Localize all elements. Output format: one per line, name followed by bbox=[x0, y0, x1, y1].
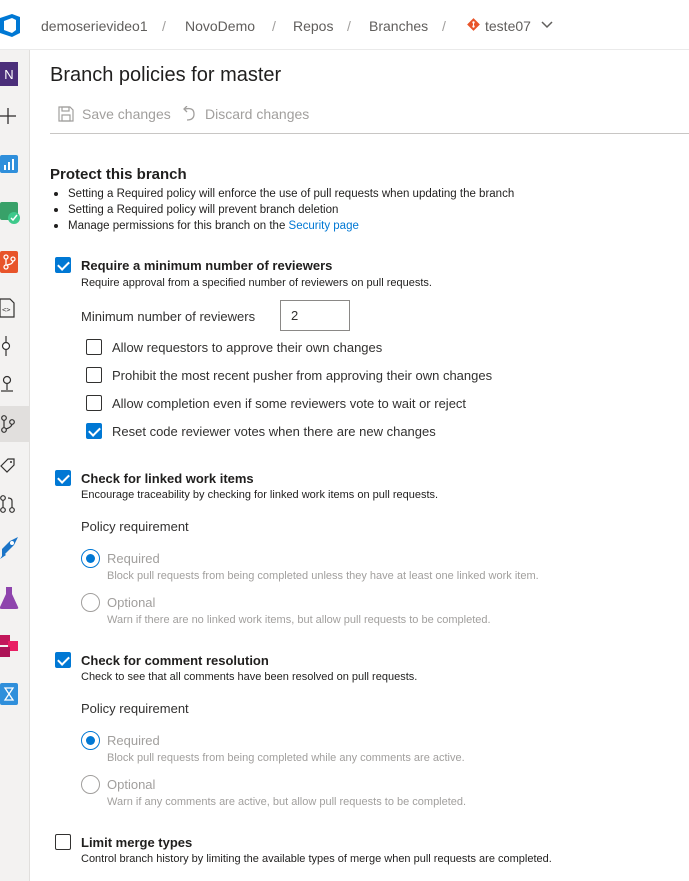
work-items-requirement-label: Policy requirement bbox=[81, 519, 189, 534]
reset-votes-checkbox[interactable] bbox=[86, 423, 102, 439]
require-reviewers-description: Require approval from a specified number… bbox=[81, 277, 432, 289]
work-items-required-description: Block pull requests from being completed… bbox=[107, 570, 539, 582]
min-reviewers-label: Minimum number of reviewers bbox=[81, 309, 256, 324]
azure-devops-logo-icon[interactable] bbox=[0, 12, 20, 38]
limit-merge-types-description: Control branch history by limiting the a… bbox=[81, 853, 552, 865]
linked-work-items-description: Encourage traceability by checking for l… bbox=[81, 489, 439, 501]
comments-required-description: Block pull requests from being completed… bbox=[107, 752, 465, 764]
files-icon[interactable]: <> bbox=[0, 290, 30, 326]
breadcrumb-separator: / bbox=[162, 18, 166, 34]
repos-icon[interactable] bbox=[0, 244, 30, 280]
linked-work-items-checkbox[interactable] bbox=[55, 470, 71, 486]
limit-merge-types-title: Limit merge types bbox=[81, 835, 193, 850]
comments-requirement-label: Policy requirement bbox=[81, 701, 189, 716]
comments-optional-description: Warn if any comments are active, but all… bbox=[107, 796, 467, 808]
project-badge[interactable]: N bbox=[0, 56, 30, 92]
breadcrumb-separator: / bbox=[272, 18, 276, 34]
boards-icon[interactable] bbox=[0, 194, 30, 230]
work-items-optional-description: Warn if there are no linked work items, … bbox=[107, 614, 491, 626]
allow-completion-label: Allow completion even if some reviewers … bbox=[112, 396, 467, 411]
pushes-icon[interactable] bbox=[0, 366, 30, 402]
protect-branch-heading: Protect this branch bbox=[50, 166, 187, 183]
load-test-icon[interactable] bbox=[0, 676, 30, 712]
work-items-required-label: Required bbox=[107, 551, 160, 566]
comment-resolution-title: Check for comment resolution bbox=[81, 653, 269, 668]
left-navigation-rail: N <> bbox=[0, 50, 30, 881]
tags-icon[interactable] bbox=[0, 448, 30, 484]
note-text: Manage permissions for this branch on th… bbox=[68, 220, 289, 232]
comments-optional-radio[interactable] bbox=[81, 775, 100, 794]
reset-votes-label: Reset code reviewer votes when there are… bbox=[112, 424, 436, 439]
breadcrumb-org[interactable]: demoserievideo1 bbox=[41, 18, 148, 34]
note-text: Setting a Required policy will prevent b… bbox=[68, 204, 339, 216]
allow-completion-checkbox[interactable] bbox=[86, 395, 102, 411]
comment-resolution-checkbox[interactable] bbox=[55, 652, 71, 668]
top-bar: demoserievideo1 / NovoDemo / Repos / Bra… bbox=[0, 0, 689, 50]
test-plans-icon[interactable] bbox=[0, 580, 30, 616]
min-reviewers-input[interactable]: 2 bbox=[280, 300, 350, 331]
allow-requestors-approve-checkbox[interactable] bbox=[86, 339, 102, 355]
artifacts-icon[interactable] bbox=[0, 628, 30, 664]
comments-optional-label: Optional bbox=[107, 777, 156, 792]
breadcrumb-project[interactable]: NovoDemo bbox=[185, 18, 255, 34]
note-text: Setting a Required policy will enforce t… bbox=[68, 188, 515, 200]
note-item: Setting a Required policy will prevent b… bbox=[52, 202, 514, 218]
undo-icon bbox=[183, 106, 195, 121]
save-changes-button[interactable]: Save changes bbox=[58, 106, 171, 122]
note-item: Setting a Required policy will enforce t… bbox=[52, 186, 514, 202]
breadcrumb-branches[interactable]: Branches bbox=[369, 18, 428, 34]
discard-changes-button[interactable]: Discard changes bbox=[181, 106, 309, 122]
pull-requests-icon[interactable] bbox=[0, 486, 30, 522]
work-items-optional-label: Optional bbox=[107, 595, 156, 610]
linked-work-items-title: Check for linked work items bbox=[81, 471, 254, 486]
overview-icon[interactable] bbox=[0, 146, 30, 182]
work-items-required-radio[interactable] bbox=[81, 549, 100, 568]
prohibit-recent-pusher-checkbox[interactable] bbox=[86, 367, 102, 383]
save-changes-label: Save changes bbox=[82, 106, 171, 122]
comments-required-radio[interactable] bbox=[81, 731, 100, 750]
pipelines-icon[interactable] bbox=[0, 530, 30, 566]
breadcrumb-repos[interactable]: Repos bbox=[293, 18, 333, 34]
note-item: Manage permissions for this branch on th… bbox=[52, 218, 514, 234]
git-branch-icon bbox=[467, 18, 480, 31]
comments-required-label: Required bbox=[107, 733, 160, 748]
security-page-link[interactable]: Security page bbox=[289, 220, 359, 232]
page-title: Branch policies for master bbox=[50, 64, 282, 86]
require-reviewers-checkbox[interactable] bbox=[55, 257, 71, 273]
commits-icon[interactable] bbox=[0, 328, 30, 364]
branches-icon[interactable] bbox=[0, 406, 30, 442]
limit-merge-types-checkbox[interactable] bbox=[55, 834, 71, 850]
work-items-optional-radio[interactable] bbox=[81, 593, 100, 612]
breadcrumb-branch[interactable]: teste07 bbox=[485, 18, 531, 34]
discard-changes-label: Discard changes bbox=[205, 106, 310, 122]
require-reviewers-title: Require a minimum number of reviewers bbox=[81, 258, 333, 273]
breadcrumb-separator: / bbox=[442, 18, 446, 34]
toolbar-divider bbox=[50, 133, 689, 134]
add-icon[interactable] bbox=[0, 98, 30, 134]
chevron-down-icon[interactable] bbox=[541, 19, 553, 29]
breadcrumb-separator: / bbox=[347, 18, 351, 34]
prohibit-recent-pusher-label: Prohibit the most recent pusher from app… bbox=[112, 368, 493, 383]
protect-branch-notes: Setting a Required policy will enforce t… bbox=[52, 186, 514, 234]
svg-text:<>: <> bbox=[2, 306, 10, 314]
save-icon bbox=[58, 106, 74, 122]
allow-requestors-approve-label: Allow requestors to approve their own ch… bbox=[112, 340, 383, 355]
comment-resolution-description: Check to see that all comments have been… bbox=[81, 671, 418, 683]
